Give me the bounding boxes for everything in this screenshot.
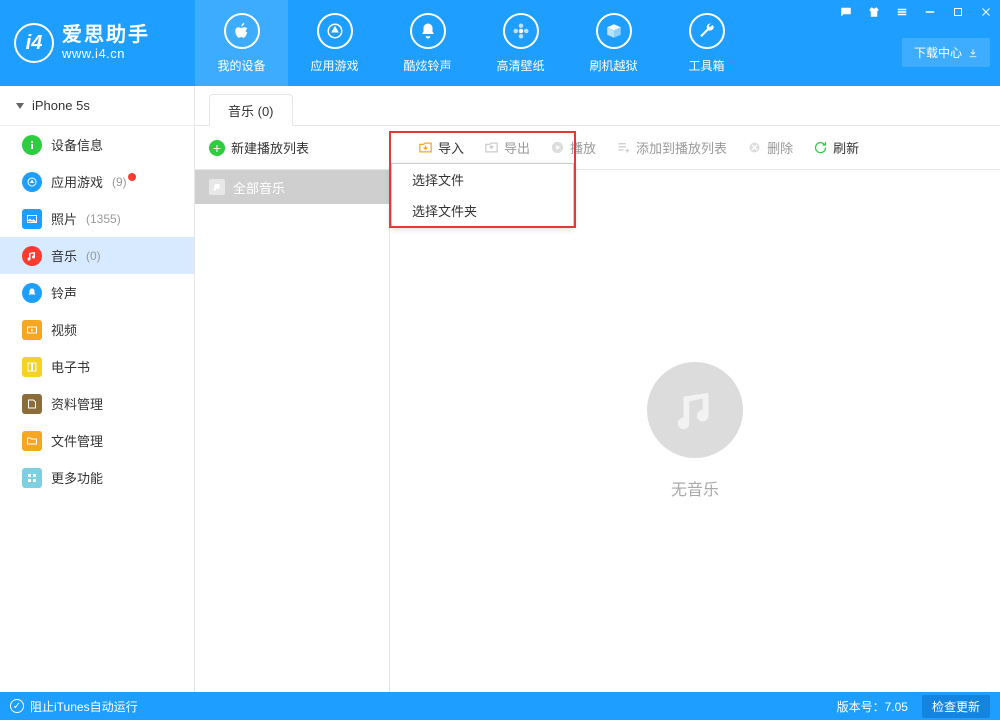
- download-center-button[interactable]: 下载中心: [902, 38, 990, 67]
- version-label: 版本号：7.05: [837, 698, 908, 715]
- logo-icon: i4: [14, 23, 54, 63]
- sidebar-item-data[interactable]: 资料管理: [0, 385, 194, 422]
- sidebar-item-video[interactable]: 视频: [0, 311, 194, 348]
- tab-bar: 音乐 (0): [195, 86, 1000, 126]
- chevron-down-icon: [16, 103, 24, 109]
- appstore-icon: [22, 172, 42, 192]
- block-itunes-toggle[interactable]: 阻止iTunes自动运行: [10, 698, 138, 715]
- music-icon: [209, 179, 225, 195]
- sidebar-item-music[interactable]: 音乐 (0): [0, 237, 194, 274]
- empty-state: 无音乐: [390, 170, 1000, 692]
- refresh-button[interactable]: 刷新: [813, 138, 859, 157]
- video-icon: [22, 320, 42, 340]
- export-button[interactable]: 导出: [484, 138, 530, 157]
- minimize-button[interactable]: [916, 0, 944, 23]
- check-icon: [10, 699, 24, 713]
- logo-title: 爱思助手: [62, 24, 150, 47]
- plus-icon: +: [209, 140, 225, 156]
- info-icon: [22, 135, 42, 155]
- add-to-playlist-button[interactable]: 添加到播放列表: [616, 138, 727, 157]
- play-button[interactable]: 播放: [550, 138, 596, 157]
- app-header: i4 爱思助手 www.i4.cn 我的设备 应用游戏 酷炫铃声 高清壁纸 刷机…: [0, 0, 1000, 86]
- sidebar-item-apps[interactable]: 应用游戏 (9): [0, 163, 194, 200]
- status-bar: 阻止iTunes自动运行 版本号：7.05 检查更新: [0, 692, 1000, 720]
- folder-icon: [22, 431, 42, 451]
- feedback-icon[interactable]: [832, 0, 860, 23]
- sidebar-item-files[interactable]: 文件管理: [0, 422, 194, 459]
- import-button[interactable]: 导入: [418, 138, 464, 157]
- sidebar-item-device-info[interactable]: 设备信息: [0, 126, 194, 163]
- nav-toolbox[interactable]: 工具箱: [660, 0, 753, 86]
- sidebar-item-ebook[interactable]: 电子书: [0, 348, 194, 385]
- close-button[interactable]: [972, 0, 1000, 23]
- logo-subtitle: www.i4.cn: [62, 47, 150, 62]
- nav-ringtones[interactable]: 酷炫铃声: [381, 0, 474, 86]
- appstore-icon: [317, 13, 353, 49]
- bell-icon: [22, 283, 42, 303]
- sidebar-item-more[interactable]: 更多功能: [0, 459, 194, 496]
- sidebar: iPhone 5s 设备信息 应用游戏 (9) 照片 (1355) 音乐 (0)…: [0, 86, 195, 692]
- dropdown-select-file[interactable]: 选择文件: [392, 164, 573, 195]
- book-icon: [22, 357, 42, 377]
- data-icon: [22, 394, 42, 414]
- device-selector[interactable]: iPhone 5s: [0, 86, 194, 126]
- check-update-button[interactable]: 检查更新: [922, 695, 990, 718]
- apple-icon: [224, 13, 260, 49]
- box-icon: [596, 13, 632, 49]
- nav-apps[interactable]: 应用游戏: [288, 0, 381, 86]
- new-playlist-button[interactable]: + 新建播放列表: [195, 126, 390, 169]
- tab-music[interactable]: 音乐 (0): [209, 94, 293, 126]
- delete-button[interactable]: 删除: [747, 138, 793, 157]
- wrench-icon: [689, 13, 725, 49]
- photo-icon: [22, 209, 42, 229]
- main-panel: 音乐 (0) + 新建播放列表 导入 导出 播放: [195, 86, 1000, 692]
- maximize-button[interactable]: [944, 0, 972, 23]
- empty-text: 无音乐: [671, 476, 719, 500]
- nav-wallpapers[interactable]: 高清壁纸: [474, 0, 567, 86]
- dropdown-select-folder[interactable]: 选择文件夹: [392, 195, 573, 226]
- main-nav: 我的设备 应用游戏 酷炫铃声 高清壁纸 刷机越狱 工具箱: [195, 0, 753, 86]
- playlist-column: 全部音乐: [195, 170, 390, 692]
- notification-dot: [128, 173, 136, 181]
- settings-icon[interactable]: [888, 0, 916, 23]
- flower-icon: [503, 13, 539, 49]
- bell-icon: [410, 13, 446, 49]
- nav-flash[interactable]: 刷机越狱: [567, 0, 660, 86]
- import-dropdown: 选择文件 选择文件夹: [391, 163, 574, 227]
- logo: i4 爱思助手 www.i4.cn: [0, 0, 195, 86]
- music-icon: [22, 246, 42, 266]
- skin-icon[interactable]: [860, 0, 888, 23]
- music-icon: [647, 362, 743, 458]
- grid-icon: [22, 468, 42, 488]
- device-name: iPhone 5s: [32, 98, 90, 113]
- nav-my-device[interactable]: 我的设备: [195, 0, 288, 86]
- playlist-all-music[interactable]: 全部音乐: [195, 170, 389, 204]
- sidebar-item-ringtones[interactable]: 铃声: [0, 274, 194, 311]
- sidebar-item-photos[interactable]: 照片 (1355): [0, 200, 194, 237]
